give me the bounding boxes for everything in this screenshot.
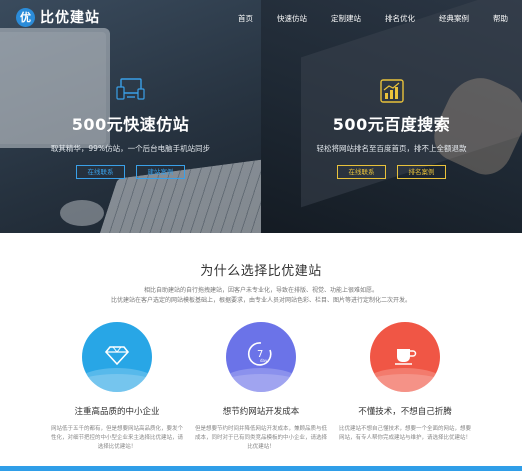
hero-right-title: 500元百度搜索 [332,115,451,134]
coffee-cup-icon [395,349,417,365]
feature-circle-blue [82,322,152,392]
nav-link-custom-build[interactable]: 定制建站 [331,13,361,24]
hero-right-subtitle: 轻松将网站排名至百度首页，排不上全额退款 [316,144,467,153]
feature-title-no-tech: 不懂技术，不想自己折腾 [358,407,452,417]
feature-card-cost: 7 day 想节约网站开发成本 但是想要节约时间并降低网站开发成本，兼顾品质与低… [186,322,336,452]
nav-link-help[interactable]: 帮助 [493,13,508,24]
feature-title-cost: 想节约网站开发成本 [222,407,300,417]
build-cases-button[interactable]: 建站案例 [136,165,185,179]
feature-circle-red [370,322,440,392]
logo-text: 比优建站 [40,10,100,26]
feature-card-quality: 注重高品质的中小企业 网站低于五千的都有，但是想要网站高品质化，要发个性化，对细… [42,322,192,452]
hero-left-subtitle: 取其精华，99%仿站，一个后台电脑手机站同步 [50,144,211,153]
feature-text-quality: 网站低于五千的都有，但是想要网站高品质化，要发个性化，对细节把控的中小型企业来主… [50,426,183,450]
feature-text-no-tech: 比优建站不想自己懂技术，想要一个全面的网站，想要网站，有专人帮你完成建站与维护，… [338,426,471,441]
ranking-cases-button[interactable]: 排名案例 [397,165,446,179]
bottom-accent-bar [0,466,522,471]
nav-link-home[interactable]: 首页 [238,13,253,24]
section-title: 为什么选择比优建站 [200,264,322,279]
contact-online-button-right[interactable]: 在线联系 [337,165,386,179]
seven-day-clock-icon: 7 day [247,342,272,366]
feature-circle-purple: 7 day [226,322,296,392]
devices-icon [115,78,145,100]
hero-right-content: 500元百度搜索 轻松将网站排名至百度首页，排不上全额退款 在线联系 排名案例 [261,78,522,179]
rising-chart-icon [379,79,404,103]
site-logo[interactable]: 优 比优建站 [16,7,100,27]
hero-left-content: 500元快速仿站 取其精华，99%仿站，一个后台电脑手机站同步 在线联系 建站案… [0,78,261,179]
section-description-line1: 相比自助建站的自行拖拽建站，因客户未专业化，导致在排版、视觉、功能上很难如愿。 [143,287,378,294]
mouse-graphic [60,200,104,226]
section-description-line2: 比优建站在客户选定的网站模板基础上，根据要求，由专业人员对网站色彩、栏目、图片等… [110,297,411,304]
logo-badge: 优 [16,7,35,27]
nav-link-cases[interactable]: 经典案例 [439,13,469,24]
hero-left-title: 500元快速仿站 [71,115,190,134]
feature-card-no-tech: 不懂技术，不想自己折腾 比优建站不想自己懂技术，想要一个全面的网站，想要网站，有… [330,322,480,443]
nav-links: 首页 快速仿站 定制建站 排名优化 经典案例 帮助 [238,13,522,24]
nav-link-seo[interactable]: 排名优化 [385,13,415,24]
feature-text-cost: 但是想要节约时间并降低网站开发成本，兼顾品质与低成本，同时对于已有同类竞品模板的… [194,426,327,450]
diamond-icon [104,346,130,366]
contact-online-button[interactable]: 在线联系 [76,165,125,179]
nav-link-quick-clone[interactable]: 快速仿站 [277,13,307,24]
feature-title-quality: 注重高品质的中小企业 [74,407,160,417]
day-label: day [260,358,268,363]
why-choose-section: 为什么选择比优建站 相比自助建站的自行拖拽建站，因客户未专业化，导致在排版、视觉… [0,233,522,471]
hero-banner: 优 比优建站 首页 快速仿站 定制建站 排名优化 经典案例 帮助 500元快速仿… [0,0,522,233]
top-navigation: 优 比优建站 首页 快速仿站 定制建站 排名优化 经典案例 帮助 [0,0,522,34]
